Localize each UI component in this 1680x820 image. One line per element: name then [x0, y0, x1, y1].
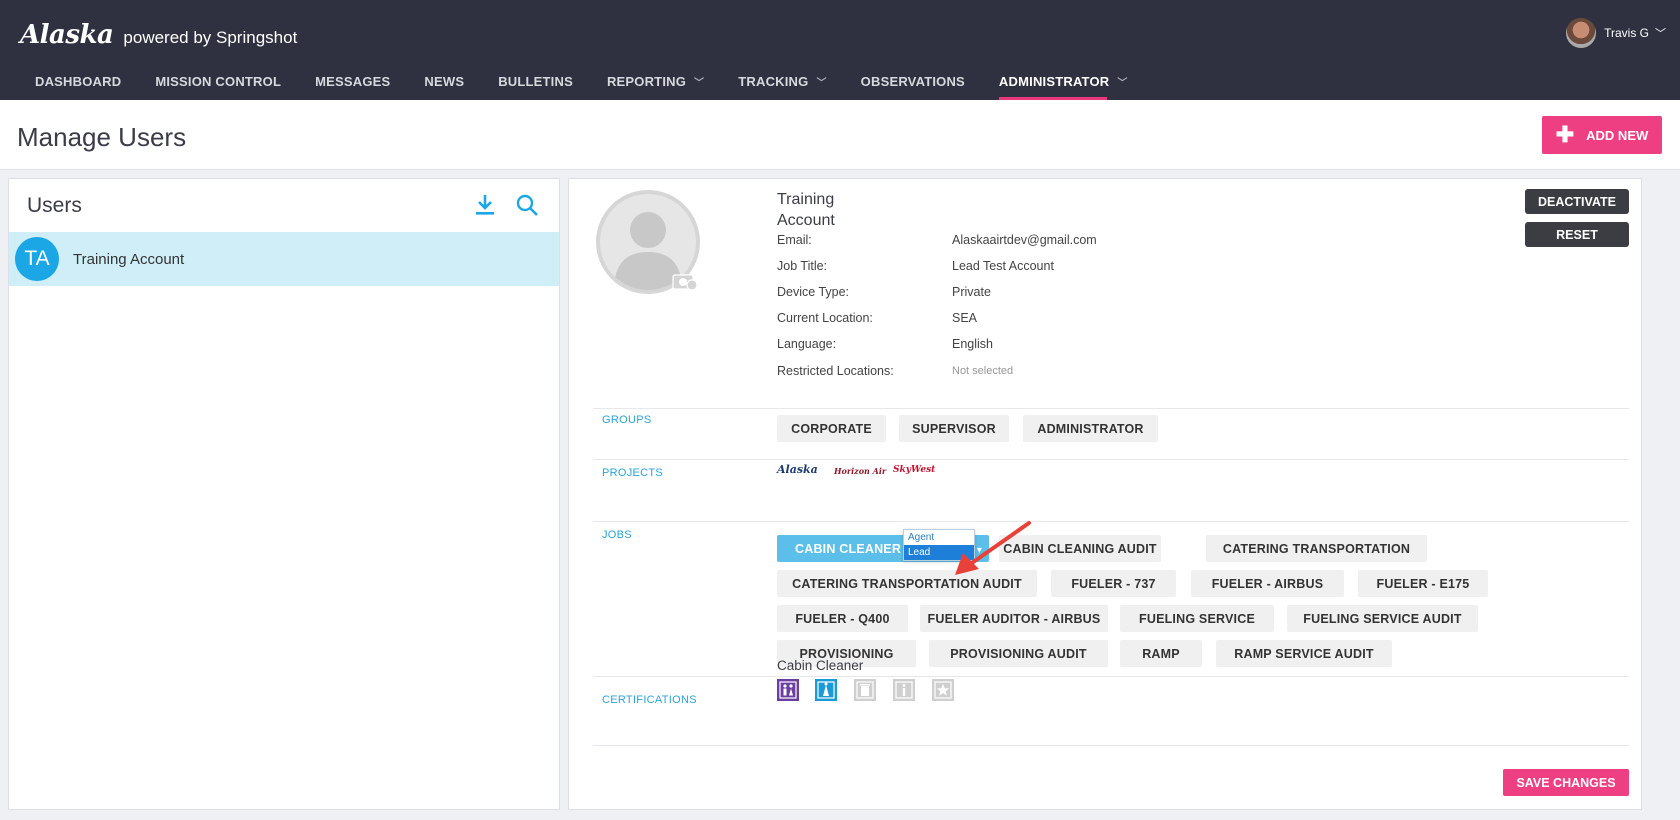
- divider: [593, 521, 1629, 522]
- nav-mission-control[interactable]: MISSION CONTROL: [138, 62, 298, 100]
- divider: [593, 408, 1629, 409]
- chevron-down-icon: ﹀: [1117, 78, 1128, 89]
- page-title: Manage Users: [17, 122, 187, 152]
- current-location-label: Current Location:: [777, 311, 873, 325]
- job-title-label: Job Title:: [777, 259, 828, 273]
- restricted-locations-value: Not selected: [952, 365, 1014, 377]
- cleaning-icon[interactable]: [815, 679, 837, 701]
- nav-tracking[interactable]: TRACKING ﹀: [721, 62, 843, 100]
- brand-subtitle: powered by Springshot: [123, 28, 298, 47]
- divider: [593, 676, 1629, 677]
- job-title-value: Lead Test Account: [952, 259, 1054, 273]
- info-icon[interactable]: [893, 679, 915, 701]
- certifications-label: CERTIFICATIONS: [602, 694, 697, 706]
- reset-button[interactable]: RESET: [1525, 222, 1629, 247]
- job-chip[interactable]: RAMP SERVICE AUDIT: [1216, 640, 1392, 667]
- alaska-logo: Alaska: [20, 20, 114, 50]
- project-logo-horizon[interactable]: Horizon Air: [834, 466, 886, 476]
- project-logo-skywest[interactable]: SkyWest: [893, 465, 935, 475]
- camera-icon[interactable]: [672, 271, 698, 291]
- group-chip-corporate[interactable]: CORPORATE: [777, 415, 886, 442]
- chevron-down-icon: ﹀: [816, 78, 827, 89]
- restricted-locations-label: Restricted Locations:: [777, 364, 894, 378]
- search-icon[interactable]: [515, 193, 539, 217]
- nav-messages[interactable]: MESSAGES: [298, 62, 407, 100]
- nav-bulletins[interactable]: BULLETINS: [481, 62, 590, 100]
- group-chip-administrator[interactable]: ADMINISTRATOR: [1023, 415, 1158, 442]
- deactivate-button[interactable]: DEACTIVATE: [1525, 189, 1629, 214]
- nav-observations[interactable]: OBSERVATIONS: [844, 62, 982, 100]
- divider: [593, 459, 1629, 460]
- job-chip[interactable]: CATERING TRANSPORTATION: [1206, 535, 1427, 562]
- user-name: Travis G: [1604, 26, 1649, 40]
- brand[interactable]: Alaska powered by Springshot: [20, 20, 297, 50]
- plus-icon: ✚: [1555, 122, 1575, 147]
- email-label: Email:: [777, 233, 812, 247]
- email-value: Alaskaairtdev@gmail.com: [952, 233, 1097, 247]
- user-menu[interactable]: Travis G ﹀: [1566, 18, 1666, 48]
- device-type-label: Device Type:: [777, 285, 850, 299]
- job-chip[interactable]: FUELING SERVICE: [1120, 605, 1274, 632]
- download-icon[interactable]: [473, 193, 497, 217]
- save-changes-button[interactable]: SAVE CHANGES: [1503, 769, 1629, 796]
- nav-administrator[interactable]: ADMINISTRATOR ﹀: [982, 62, 1145, 100]
- user-list-name: Training Account: [73, 250, 185, 268]
- job-chip[interactable]: FUELER AUDITOR - AIRBUS: [920, 605, 1108, 632]
- user-detail-panel: Training Account Email: Alaskaairtdev@gm…: [568, 178, 1642, 810]
- users-panel: Users TA Training Account: [8, 178, 560, 810]
- account-name: Training Account: [777, 191, 835, 229]
- job-chip[interactable]: FUELER - 737: [1051, 570, 1176, 597]
- users-title: Users: [27, 194, 82, 217]
- groups-label: GROUPS: [602, 414, 652, 426]
- job-chip[interactable]: FUELER - Q400: [777, 605, 908, 632]
- nav-news[interactable]: NEWS: [407, 62, 481, 100]
- nav-dashboard[interactable]: DASHBOARD: [18, 62, 138, 100]
- user-avatar: [1566, 18, 1597, 48]
- add-new-button[interactable]: ✚ ADD NEW: [1542, 116, 1662, 154]
- divider: [593, 745, 1629, 746]
- add-new-label: ADD NEW: [1586, 127, 1649, 143]
- group-chip-supervisor[interactable]: SUPERVISOR: [899, 415, 1009, 442]
- lavatory-icon[interactable]: [777, 679, 799, 701]
- chevron-down-icon: ﹀: [694, 78, 705, 89]
- page-header: Manage Users ✚ ADD NEW: [0, 100, 1680, 170]
- project-logo-alaska[interactable]: Alaska: [777, 463, 818, 476]
- trash-icon[interactable]: [854, 679, 876, 701]
- user-list-item[interactable]: TA Training Account: [9, 232, 559, 286]
- job-chip[interactable]: RAMP: [1120, 640, 1202, 667]
- device-type-value: Private: [952, 285, 991, 299]
- current-location-value: SEA: [952, 311, 978, 325]
- job-chip[interactable]: PROVISIONING AUDIT: [929, 640, 1108, 667]
- certification-name: Cabin Cleaner: [777, 658, 864, 673]
- nav-reporting[interactable]: REPORTING ﹀: [590, 62, 721, 100]
- jobs-label: JOBS: [602, 529, 632, 541]
- job-chip[interactable]: FUELING SERVICE AUDIT: [1287, 605, 1478, 632]
- user-initials-avatar: TA: [15, 237, 59, 281]
- star-icon[interactable]: [932, 679, 954, 701]
- language-label: Language:: [777, 337, 837, 351]
- language-value: English: [952, 337, 993, 351]
- main-nav: DASHBOARD MISSION CONTROL MESSAGES NEWS …: [18, 62, 1145, 100]
- annotation-arrow-icon: [955, 521, 1031, 575]
- projects-label: PROJECTS: [602, 467, 664, 479]
- job-chip[interactable]: FUELER - E175: [1358, 570, 1488, 597]
- chevron-down-icon: ﹀: [1655, 28, 1666, 40]
- job-chip[interactable]: FUELER - AIRBUS: [1191, 570, 1344, 597]
- top-header: Alaska powered by Springshot Travis G ﹀ …: [0, 0, 1680, 100]
